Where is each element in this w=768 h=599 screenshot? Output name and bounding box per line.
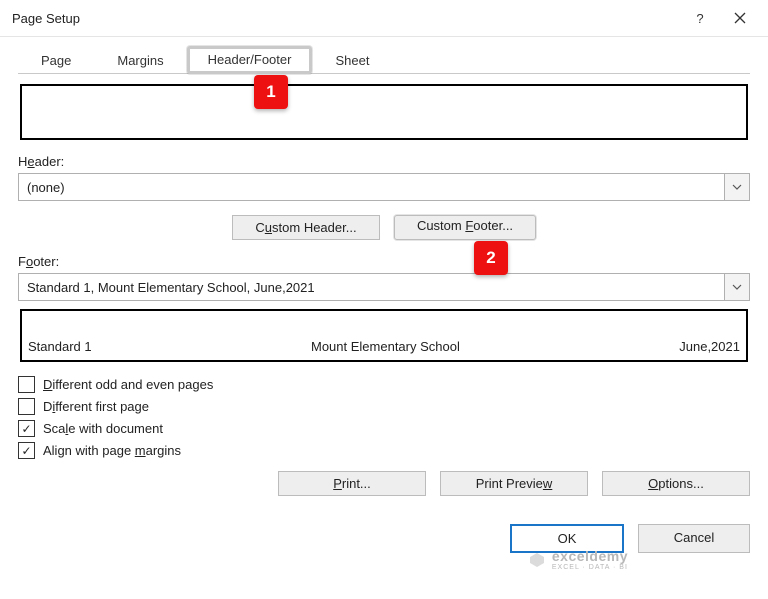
header-preview (20, 84, 748, 140)
watermark: exceldemy EXCEL · DATA · BI (528, 548, 628, 571)
chevron-down-icon (724, 274, 749, 300)
logo-icon (528, 551, 546, 569)
watermark-brand: exceldemy (552, 548, 628, 564)
tab-sheet[interactable]: Sheet (312, 46, 392, 74)
footer-select-value: Standard 1, Mount Elementary School, Jun… (19, 280, 724, 295)
header-label: Header: (18, 154, 750, 169)
help-button[interactable]: ? (680, 3, 720, 33)
options-checkboxes: Different odd and even pages Different f… (18, 376, 750, 459)
callout-2: 2 (474, 241, 508, 275)
dialog-title: Page Setup (12, 11, 680, 26)
custom-footer-button[interactable]: Custom Footer... (394, 215, 536, 240)
footer-preview-left: Standard 1 (28, 339, 92, 354)
footer-label: Footer: (18, 254, 750, 269)
footer-select[interactable]: Standard 1, Mount Elementary School, Jun… (18, 273, 750, 301)
custom-header-button[interactable]: Custom Header... (232, 215, 380, 240)
options-button[interactable]: Options... (602, 471, 750, 496)
tab-page[interactable]: Page (18, 46, 94, 74)
print-preview-button[interactable]: Print Preview (440, 471, 588, 496)
page-setup-dialog: Page Setup ? Page Margins Header/Footer … (0, 0, 768, 599)
header-select[interactable]: (none) (18, 173, 750, 201)
checkbox-different-odd-even[interactable] (18, 376, 35, 393)
close-icon (734, 12, 746, 24)
checkbox-label: Different odd and even pages (43, 377, 213, 392)
watermark-tag: EXCEL · DATA · BI (552, 564, 628, 571)
callout-1: 1 (254, 75, 288, 109)
tab-bar: Page Margins Header/Footer Sheet 1 (18, 45, 750, 74)
checkbox-label: Different first page (43, 399, 149, 414)
titlebar: Page Setup ? (0, 0, 768, 37)
close-button[interactable] (720, 3, 760, 33)
tab-header-footer[interactable]: Header/Footer (187, 46, 313, 74)
checkbox-align-with-margins[interactable] (18, 442, 35, 459)
chevron-down-icon (724, 174, 749, 200)
cancel-button[interactable]: Cancel (638, 524, 750, 553)
footer-preview-right: June,2021 (679, 339, 740, 354)
print-button[interactable]: Print... (278, 471, 426, 496)
header-select-value: (none) (19, 180, 724, 195)
checkbox-different-first-page[interactable] (18, 398, 35, 415)
checkbox-label: Scale with document (43, 421, 163, 436)
checkbox-label: Align with page margins (43, 443, 181, 458)
tab-margins[interactable]: Margins (94, 46, 186, 74)
checkbox-scale-with-document[interactable] (18, 420, 35, 437)
footer-preview: Standard 1 Mount Elementary School June,… (20, 309, 748, 362)
footer-preview-center: Mount Elementary School (311, 339, 460, 354)
